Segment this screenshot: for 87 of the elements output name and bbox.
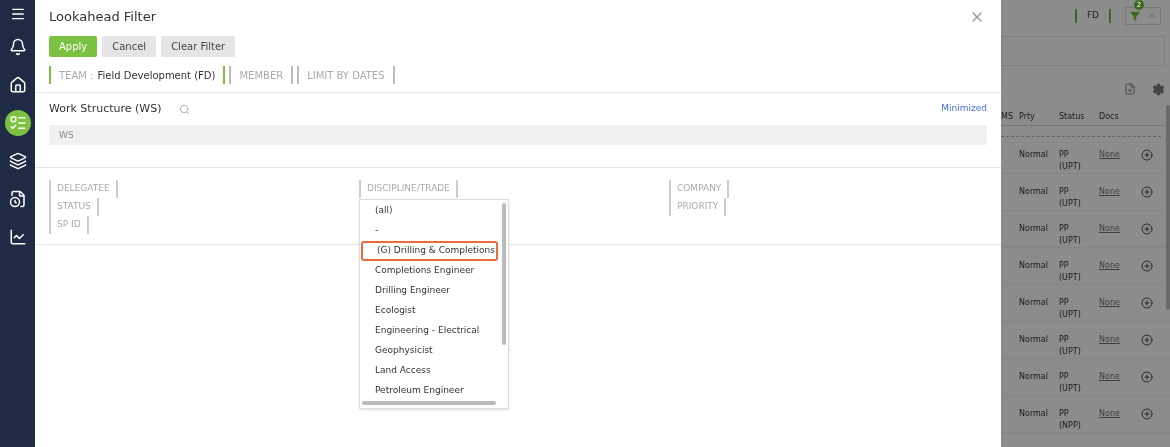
ws-search-field[interactable]: WS <box>49 125 987 145</box>
column-header: Prty <box>1019 110 1036 123</box>
column-header: MS <box>1001 110 1014 123</box>
chevron-up-icon <box>1147 11 1157 21</box>
table-cell-text: Normal <box>1019 149 1049 161</box>
table-cell-text: Normal <box>1019 186 1049 198</box>
menu-icon[interactable] <box>9 6 26 22</box>
docs-link[interactable]: None <box>1099 150 1120 159</box>
table-cell-text: PP <box>1059 408 1070 420</box>
bell-icon <box>8 38 27 56</box>
add-icon[interactable] <box>1141 223 1153 235</box>
add-icon[interactable] <box>1141 297 1153 309</box>
line-chart-icon <box>8 228 27 246</box>
table-cell-text: PP <box>1059 260 1070 272</box>
table-cell-text: Normal <box>1019 297 1049 309</box>
table-cell-text: (UPT) <box>1059 383 1082 395</box>
add-icon[interactable] <box>1141 371 1153 383</box>
dropdown-option[interactable]: (all) <box>361 201 498 221</box>
task-list-icon <box>8 114 27 132</box>
table-cell-text: PP <box>1059 186 1070 198</box>
add-icon[interactable] <box>1141 260 1153 272</box>
table-cell-text: (UPT) <box>1059 235 1082 247</box>
apply-button[interactable]: Apply <box>49 36 98 57</box>
sidebar-item[interactable] <box>4 110 31 136</box>
dropdown-option[interactable]: - <box>361 221 498 241</box>
home-icon <box>8 76 27 94</box>
dropdown-option[interactable]: Ecologist <box>361 301 498 321</box>
docs-link[interactable]: None <box>1099 298 1120 307</box>
team-chip: FD <box>1074 9 1111 23</box>
table-cell-text: Normal <box>1019 371 1049 383</box>
layers-icon <box>8 152 27 170</box>
column-header: Docs <box>1099 110 1120 123</box>
dropdown-option[interactable]: Geophysicist <box>361 341 498 361</box>
minimized-link[interactable]: Minimized <box>941 102 987 116</box>
dropdown-option[interactable]: Land Access <box>361 361 498 381</box>
add-icon[interactable] <box>1141 334 1153 346</box>
table-cell-text: Normal <box>1019 408 1049 420</box>
filter-chip[interactable]: LIMIT BY DATES <box>297 66 395 84</box>
docs-link[interactable]: None <box>1099 409 1120 418</box>
scrollbar[interactable] <box>362 401 496 405</box>
table-cell-text: (UPT) <box>1059 272 1082 284</box>
table-cell-text: PP <box>1059 223 1070 235</box>
table-cell-text: (UPT) <box>1059 346 1082 358</box>
filter-chip[interactable]: PRIORITY <box>669 198 727 216</box>
filter-chip[interactable]: DELEGATEE <box>49 180 118 198</box>
docs-link[interactable]: None <box>1099 335 1120 344</box>
table-cell-text: (UPT) <box>1059 309 1082 321</box>
table-cell-text: Normal <box>1019 223 1049 235</box>
document-clock-icon <box>8 190 27 208</box>
docs-link[interactable]: None <box>1099 261 1120 270</box>
filter-chip[interactable]: SP ID <box>49 216 89 234</box>
secondary-button[interactable]: Cancel <box>102 36 157 57</box>
filter-chip[interactable]: STATUS <box>49 198 99 216</box>
table-cell-text: PP <box>1059 297 1070 309</box>
docs-link[interactable]: None <box>1099 372 1120 381</box>
table-cell-text: (UPT) <box>1059 161 1082 173</box>
dropdown-option[interactable]: Completions Engineer <box>361 261 498 281</box>
table-cell-text: PP <box>1059 149 1070 161</box>
dropdown-option[interactable]: Drilling Engineer <box>361 281 498 301</box>
docs-link[interactable]: None <box>1099 224 1120 233</box>
filter-icon <box>1130 11 1140 21</box>
column-header: Status <box>1059 110 1086 123</box>
dialog-title: Lookahead Filter <box>49 8 156 27</box>
table-cell-text: Normal <box>1019 260 1049 272</box>
scrollbar[interactable] <box>502 203 506 345</box>
add-icon[interactable] <box>1141 186 1153 198</box>
table-cell-text: Normal <box>1019 334 1049 346</box>
table-cell-text: (UPT) <box>1059 198 1082 210</box>
search-icon[interactable] <box>179 103 191 115</box>
section-title: Work Structure (WS) <box>49 100 162 117</box>
secondary-button[interactable]: Clear Filter <box>161 36 236 57</box>
table-cell-text: PP <box>1059 334 1070 346</box>
add-icon[interactable] <box>1141 149 1153 161</box>
dropdown-option[interactable]: (G) Drilling & Completions <box>361 241 498 261</box>
docs-link[interactable]: None <box>1099 187 1120 196</box>
document-x-icon[interactable] <box>1124 83 1136 95</box>
settings-icon[interactable] <box>1152 82 1165 96</box>
add-icon[interactable] <box>1141 408 1153 420</box>
filter-toggle[interactable] <box>1125 7 1161 25</box>
filter-chip[interactable]: MEMBER <box>229 66 294 84</box>
filter-chip[interactable]: TEAM : Field Development (FD) <box>49 66 226 84</box>
scrollbar[interactable] <box>1166 105 1170 310</box>
dropdown-option[interactable]: Petroleum Engineer <box>361 381 498 398</box>
dropdown-option[interactable]: Engineering - Electrical <box>361 321 498 341</box>
table-cell-text: PP <box>1059 371 1070 383</box>
table-cell-text: (NPP) <box>1059 420 1082 432</box>
filter-chip[interactable]: COMPANY <box>669 180 730 198</box>
